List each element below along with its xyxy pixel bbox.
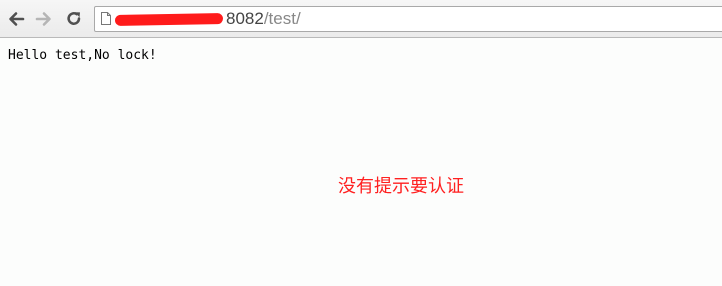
url-path: /test/ <box>263 9 301 28</box>
browser-toolbar: 8082/test/ <box>0 0 722 38</box>
url-redaction-mark <box>114 13 224 26</box>
annotation-text: 没有提示要认证 <box>338 176 464 197</box>
reload-icon[interactable] <box>62 7 86 31</box>
url-text: 8082/test/ <box>226 9 301 29</box>
back-arrow-icon[interactable] <box>4 7 28 31</box>
page-icon <box>101 12 111 25</box>
address-bar[interactable]: 8082/test/ <box>94 6 722 32</box>
url-host-tail: 8082 <box>226 9 264 28</box>
forward-arrow-icon[interactable] <box>32 7 56 31</box>
page-body-text: Hello test,No lock! <box>8 48 157 63</box>
page-content: Hello test,No lock! 没有提示要认证 <box>0 39 722 286</box>
